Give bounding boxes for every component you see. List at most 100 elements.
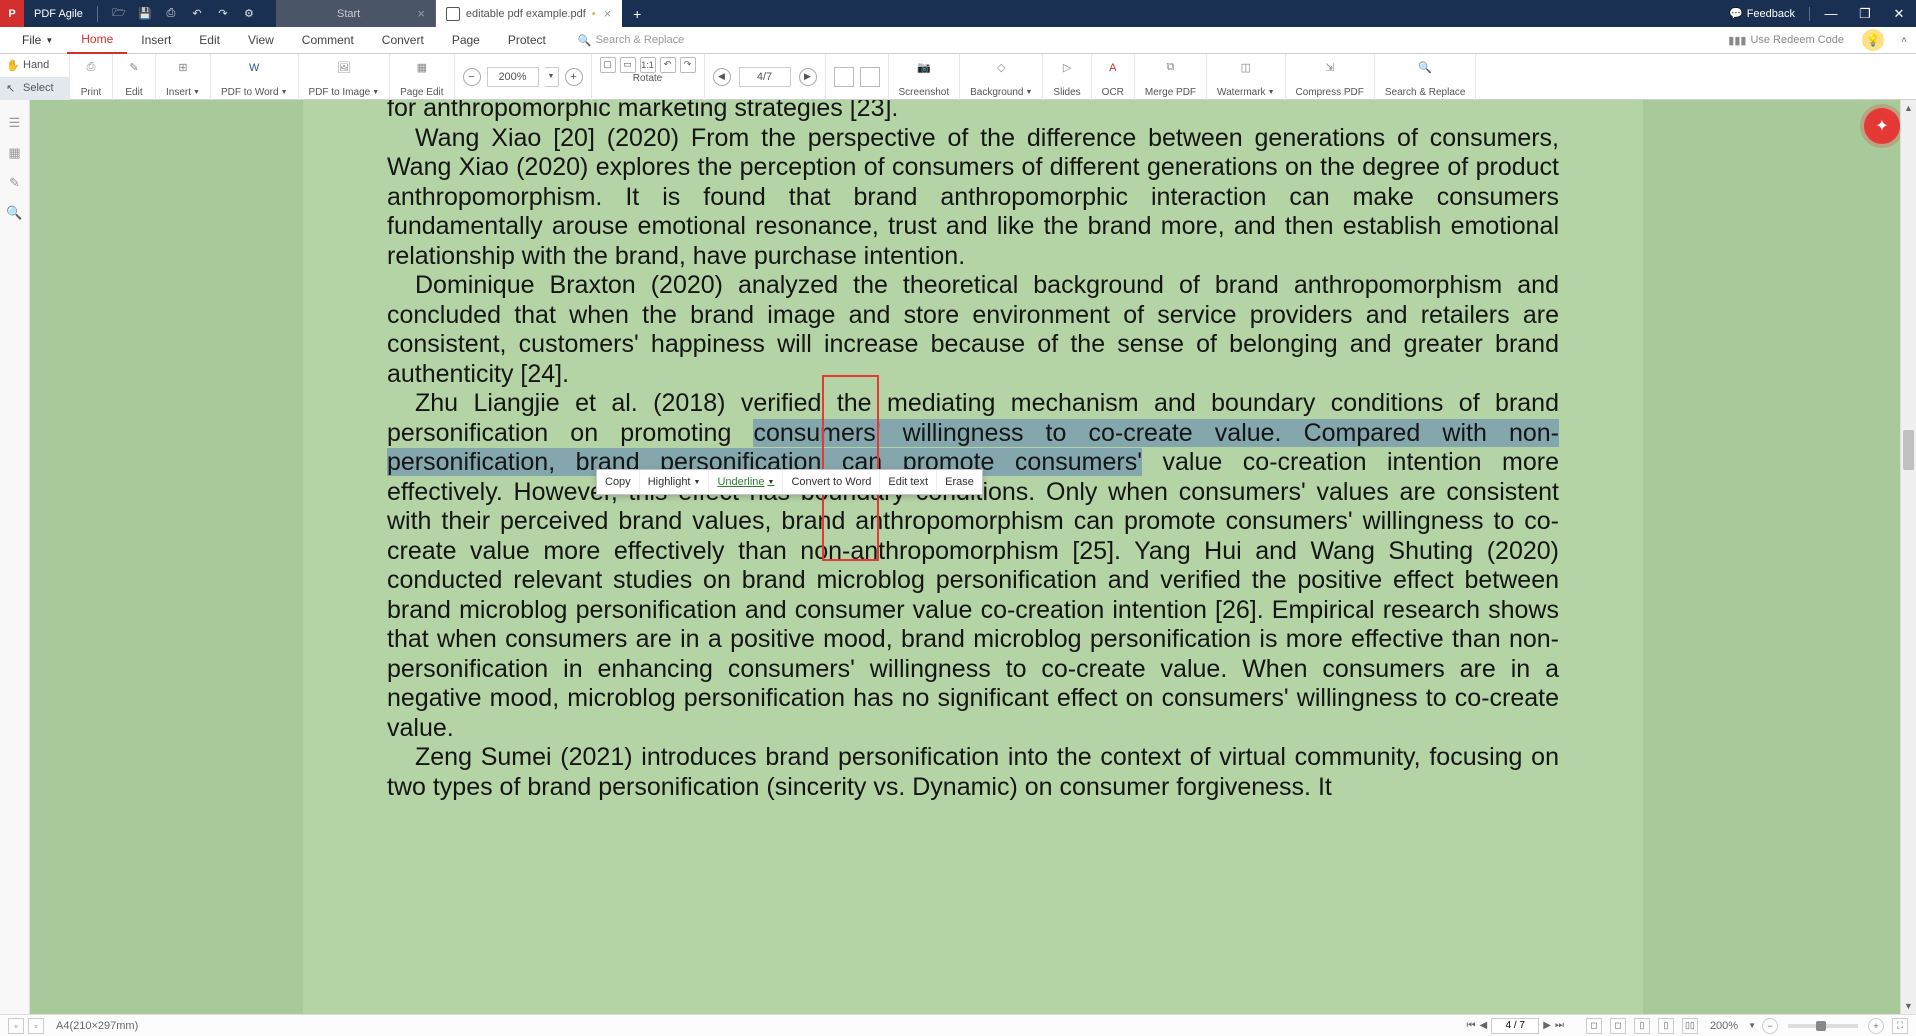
menu-comment[interactable]: Comment: [288, 27, 368, 54]
text-line[interactable]: for anthropomorphic marketing strategies…: [387, 100, 1559, 124]
menu-home[interactable]: Home: [67, 27, 127, 54]
page-input[interactable]: [1491, 1018, 1539, 1034]
insert-button[interactable]: ⊞Insert▼: [156, 54, 211, 100]
close-icon[interactable]: ×: [604, 6, 612, 21]
first-page-icon[interactable]: ⏮: [1467, 1020, 1476, 1031]
menu-convert[interactable]: Convert: [368, 27, 438, 54]
paragraph[interactable]: Wang Xiao [20] (2020) From the perspecti…: [387, 124, 1559, 272]
feedback-button[interactable]: 💬 Feedback: [1719, 7, 1805, 20]
menu-view[interactable]: View: [234, 27, 288, 54]
page-indicator[interactable]: 4/7: [739, 67, 791, 87]
rotate-right-icon[interactable]: ↷: [680, 57, 696, 73]
menu-edit[interactable]: Edit: [185, 27, 234, 54]
redeem-code-button[interactable]: ▮▮▮ Use Redeem Code: [1718, 34, 1854, 47]
zoom-in-icon[interactable]: +: [1868, 1018, 1884, 1034]
zoom-out-icon[interactable]: −: [1762, 1018, 1778, 1034]
floating-action-button[interactable]: ✦: [1864, 108, 1900, 144]
two-page-icon[interactable]: [860, 67, 880, 87]
scroll-down-icon[interactable]: ▼: [1901, 998, 1916, 1014]
close-button[interactable]: ✕: [1882, 6, 1916, 22]
underline-button[interactable]: Underline▼: [709, 470, 783, 494]
fit-icon[interactable]: ◻: [1586, 1018, 1602, 1034]
collapse-ribbon-icon[interactable]: ˄: [1892, 35, 1916, 46]
hand-tool[interactable]: ✋Hand: [0, 54, 69, 77]
watermark-button[interactable]: ◫Watermark▼: [1207, 54, 1285, 100]
menu-file[interactable]: File▼: [8, 27, 67, 54]
tab-document[interactable]: editable pdf example.pdf • ×: [436, 0, 622, 27]
status-icon[interactable]: ▫: [8, 1018, 24, 1034]
last-page-icon[interactable]: ⏭: [1555, 1020, 1564, 1031]
bookmarks-icon[interactable]: ☰: [6, 114, 24, 132]
two-page-view-icon[interactable]: ▯▯: [1682, 1018, 1698, 1034]
print-icon[interactable]: ⎙: [162, 5, 180, 23]
paragraph[interactable]: Dominique Braxton (2020) analyzed the th…: [387, 271, 1559, 389]
select-tool[interactable]: ↖Select: [0, 77, 69, 100]
undo-icon[interactable]: ↶: [188, 5, 206, 23]
menu-insert[interactable]: Insert: [127, 27, 185, 54]
zoom-value[interactable]: 200%: [487, 67, 539, 87]
pdf-to-image-button[interactable]: 🖼PDF to Image▼: [299, 54, 391, 100]
page-edit-button[interactable]: ▦Page Edit: [390, 54, 454, 100]
vertical-scrollbar[interactable]: ▲ ▼: [1900, 100, 1916, 1014]
prev-page-button[interactable]: ◀: [713, 68, 731, 86]
settings-icon[interactable]: ⚙: [240, 5, 258, 23]
annotations-icon[interactable]: ✎: [6, 174, 24, 192]
selection-toolbar: Copy Highlight▼ Underline▼ Convert to Wo…: [596, 469, 983, 495]
erase-button[interactable]: Erase: [937, 470, 982, 494]
edit-text-button[interactable]: Edit text: [880, 470, 937, 494]
minimize-button[interactable]: —: [1814, 6, 1848, 21]
zoom-out-button[interactable]: −: [463, 68, 481, 86]
print-button[interactable]: ⎙Print: [70, 54, 113, 100]
menu-page[interactable]: Page: [438, 27, 494, 54]
camera-icon: 📷: [913, 57, 935, 79]
search-replace-button[interactable]: 🔍Search & Replace: [1375, 54, 1477, 100]
copy-button[interactable]: Copy: [597, 470, 640, 494]
single-page-icon[interactable]: [834, 67, 854, 87]
scrollbar-thumb[interactable]: [1903, 430, 1914, 470]
menu-protect[interactable]: Protect: [494, 27, 560, 54]
paragraph[interactable]: Zeng Sumei (2021) introduces brand perso…: [387, 743, 1559, 802]
document-page[interactable]: for anthropomorphic marketing strategies…: [303, 100, 1643, 1014]
redo-icon[interactable]: ↷: [214, 5, 232, 23]
actual-size-icon[interactable]: 1:1: [640, 57, 656, 73]
convert-to-word-button[interactable]: Convert to Word: [783, 470, 880, 494]
save-icon[interactable]: 💾: [136, 5, 154, 23]
scroll-up-icon[interactable]: ▲: [1901, 100, 1916, 116]
thumbnails-icon[interactable]: ▦: [6, 144, 24, 162]
slides-button[interactable]: ▷Slides: [1043, 54, 1091, 100]
fit-icon[interactable]: ◻: [1610, 1018, 1626, 1034]
new-tab-button[interactable]: +: [622, 0, 652, 27]
screenshot-button[interactable]: 📷Screenshot: [889, 54, 961, 100]
tab-start[interactable]: Start ×: [276, 0, 436, 27]
background-button[interactable]: ◇Background▼: [960, 54, 1043, 100]
user-avatar[interactable]: [1862, 29, 1884, 51]
zoom-in-button[interactable]: +: [565, 68, 583, 86]
continuous-view-icon[interactable]: ▯: [1658, 1018, 1674, 1034]
prev-page-icon[interactable]: ◀: [1480, 1020, 1488, 1031]
fullscreen-icon[interactable]: ⛶: [1892, 1018, 1908, 1034]
rotate-left-icon[interactable]: ↶: [660, 57, 676, 73]
open-icon[interactable]: 🗁: [110, 5, 128, 23]
zoom-slider[interactable]: [1788, 1024, 1858, 1028]
next-page-button[interactable]: ▶: [799, 68, 817, 86]
compress-button[interactable]: ⇲Compress PDF: [1286, 54, 1375, 100]
bucket-icon: ◇: [990, 57, 1012, 79]
search-panel-icon[interactable]: 🔍: [6, 204, 24, 222]
maximize-button[interactable]: ❐: [1848, 6, 1882, 22]
merge-button[interactable]: ⧉Merge PDF: [1135, 54, 1207, 100]
paragraph[interactable]: Zhu Liangjie et al. (2018) verified the …: [387, 389, 1559, 743]
single-view-icon[interactable]: ▯: [1634, 1018, 1650, 1034]
pdf-to-word-button[interactable]: WPDF to Word▼: [211, 54, 299, 100]
fit-page-icon[interactable]: ▢: [600, 57, 616, 73]
document-viewport[interactable]: for anthropomorphic marketing strategies…: [30, 100, 1916, 1014]
menu-search[interactable]: 🔍 Search & Replace: [578, 34, 684, 47]
next-page-icon[interactable]: ▶: [1543, 1020, 1551, 1031]
edit-button[interactable]: ✎Edit: [113, 54, 156, 100]
close-icon[interactable]: ×: [417, 6, 425, 21]
zoom-dropdown[interactable]: ▼: [545, 67, 559, 87]
highlight-button[interactable]: Highlight▼: [640, 470, 710, 494]
chevron-down-icon[interactable]: ▼: [1748, 1021, 1756, 1030]
fit-width-icon[interactable]: ▭: [620, 57, 636, 73]
status-icon[interactable]: ▫: [28, 1018, 44, 1034]
ocr-button[interactable]: AOCR: [1092, 54, 1135, 100]
